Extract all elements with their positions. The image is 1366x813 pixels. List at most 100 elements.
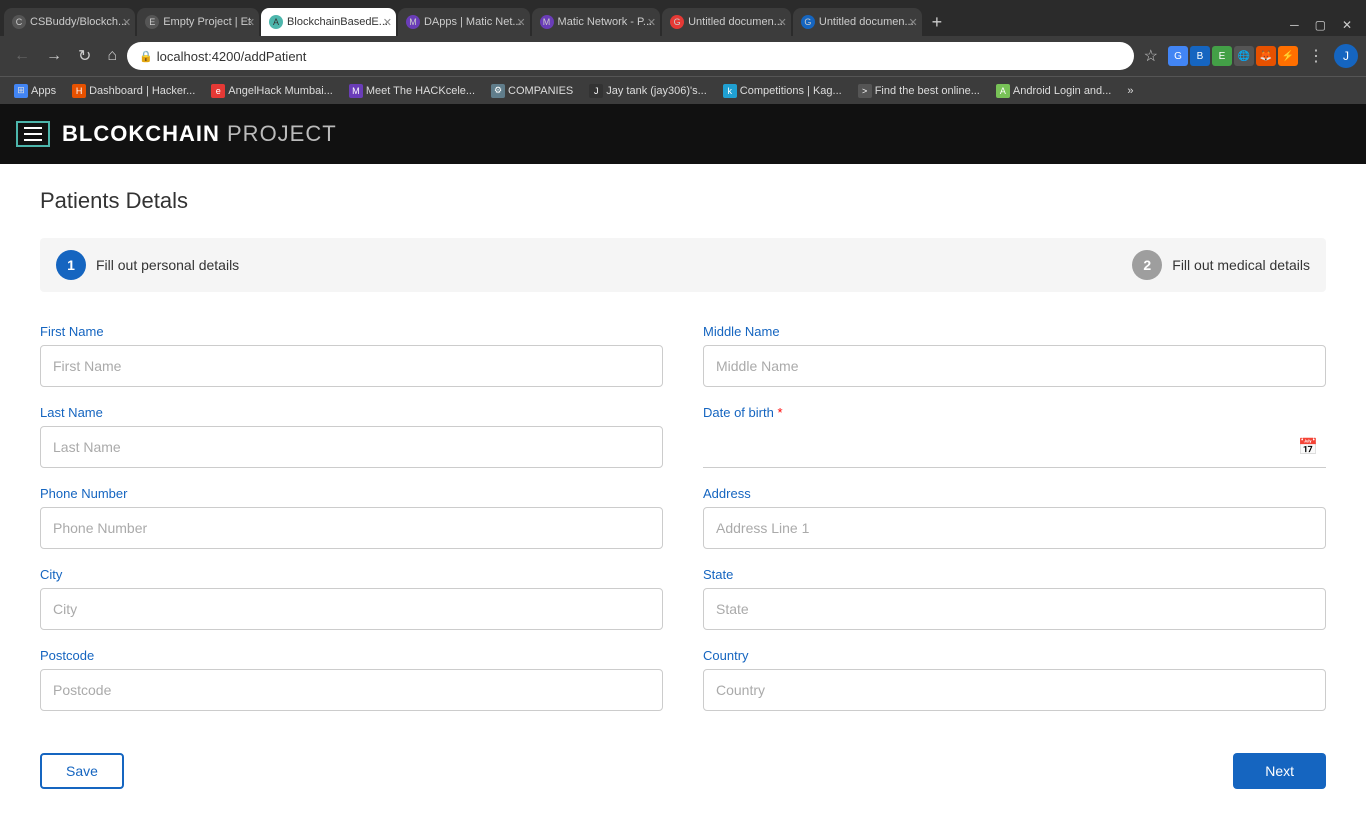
ext-dark-icon[interactable]: 🌐 <box>1234 46 1254 66</box>
bookmarks-overflow[interactable]: » <box>1121 83 1139 99</box>
tab-label: DApps | Matic Net... <box>424 16 522 28</box>
tab-dapps[interactable]: M DApps | Matic Net... ✕ <box>398 8 530 36</box>
tab-label: Matic Network - P... <box>558 16 653 28</box>
tab-close-icon[interactable]: ✕ <box>383 16 392 29</box>
dob-input[interactable] <box>703 426 1326 468</box>
bookmark-meet[interactable]: M Meet The HACKcele... <box>343 82 481 100</box>
first-name-label: First Name <box>40 324 663 339</box>
home-button[interactable]: ⌂ <box>101 43 123 69</box>
tab-untitled2[interactable]: G Untitled documen... ✕ <box>793 8 922 36</box>
tab-label: Untitled documen... <box>688 16 783 28</box>
step-2-label: Fill out medical details <box>1172 257 1310 273</box>
bookmarks-bar: ⊞ Apps H Dashboard | Hacker... e AngelHa… <box>0 76 1366 104</box>
tab-csbuddy[interactable]: C CSBuddy/Blockch... ✕ <box>4 8 135 36</box>
tab-favicon: M <box>406 15 420 29</box>
ext-green-icon[interactable]: E <box>1212 46 1232 66</box>
app-title-main: BLCOKCHAIN <box>62 121 220 146</box>
tab-favicon: E <box>145 15 159 29</box>
competitions-icon: k <box>723 84 737 98</box>
menu-button[interactable]: ⋮ <box>1302 42 1330 70</box>
tab-favicon: M <box>540 15 554 29</box>
postcode-input[interactable] <box>40 669 663 711</box>
bookmark-find-label: Find the best online... <box>875 85 980 97</box>
bookmark-android-label: Android Login and... <box>1013 85 1111 97</box>
new-tab-button[interactable]: + <box>924 8 951 36</box>
app-title-project: PROJECT <box>220 121 337 146</box>
bookmark-find-online[interactable]: > Find the best online... <box>852 82 986 100</box>
bookmark-dashboard[interactable]: H Dashboard | Hacker... <box>66 82 201 100</box>
save-button[interactable]: Save <box>40 753 124 789</box>
calendar-icon[interactable]: 📅 <box>1298 437 1318 457</box>
bookmark-angelhack[interactable]: e AngelHack Mumbai... <box>205 82 339 100</box>
last-name-input[interactable] <box>40 426 663 468</box>
bookmark-dashboard-label: Dashboard | Hacker... <box>89 85 195 97</box>
tab-close-icon[interactable]: ✕ <box>122 16 131 29</box>
form-right-col: Middle Name Date of birth 📅 Address Stat… <box>703 324 1326 729</box>
companies-icon: ⚙ <box>491 84 505 98</box>
forward-button[interactable]: → <box>40 43 68 69</box>
bookmark-android[interactable]: A Android Login and... <box>990 82 1117 100</box>
phone-number-input[interactable] <box>40 507 663 549</box>
country-input[interactable] <box>703 669 1326 711</box>
tab-untitled1[interactable]: G Untitled documen... ✕ <box>662 8 791 36</box>
bookmark-companies-label: COMPANIES <box>508 85 573 97</box>
state-group: State <box>703 567 1326 630</box>
browser-tabs: C CSBuddy/Blockch... ✕ E Empty Project |… <box>0 0 1366 36</box>
hamburger-menu[interactable] <box>16 121 50 147</box>
form-footer: Save Next <box>40 753 1326 789</box>
bookmark-apps[interactable]: ⊞ Apps <box>8 82 62 100</box>
next-button[interactable]: Next <box>1233 753 1326 789</box>
ext-fox-icon[interactable]: 🦊 <box>1256 46 1276 66</box>
tab-close-icon[interactable]: ✕ <box>908 16 917 29</box>
bookmark-companies[interactable]: ⚙ COMPANIES <box>485 82 579 100</box>
address-label: Address <box>703 486 1326 501</box>
app-title: BLCOKCHAIN PROJECT <box>62 121 337 147</box>
tab-favicon: G <box>801 15 815 29</box>
back-button[interactable]: ← <box>8 43 36 69</box>
tab-close-icon[interactable]: ✕ <box>516 16 525 29</box>
dob-label: Date of birth <box>703 405 1326 420</box>
profile-avatar[interactable]: J <box>1334 44 1358 68</box>
refresh-button[interactable]: ↻ <box>72 42 97 70</box>
ext-blue-icon[interactable]: B <box>1190 46 1210 66</box>
form-left-col: First Name Last Name Phone Number City P… <box>40 324 663 729</box>
address-group: Address <box>703 486 1326 549</box>
patient-form: First Name Last Name Phone Number City P… <box>40 324 1326 729</box>
address-bar[interactable]: 🔒 localhost:4200/addPatient <box>127 42 1134 70</box>
dob-group: Date of birth 📅 <box>703 405 1326 468</box>
bookmark-star-button[interactable]: ☆ <box>1138 42 1164 70</box>
step-1-number: 1 <box>56 250 86 280</box>
country-group: Country <box>703 648 1326 711</box>
step-2: 2 Fill out medical details <box>683 250 1310 280</box>
state-input[interactable] <box>703 588 1326 630</box>
postcode-group: Postcode <box>40 648 663 711</box>
bookmark-angelhack-label: AngelHack Mumbai... <box>228 85 333 97</box>
tab-close-icon[interactable]: ✕ <box>647 16 656 29</box>
tab-empty-project[interactable]: E Empty Project | Et ✕ <box>137 8 259 36</box>
first-name-input[interactable] <box>40 345 663 387</box>
bookmark-jay[interactable]: J Jay tank (jay306)'s... <box>583 82 713 100</box>
maximize-button[interactable]: ▢ <box>1309 14 1332 36</box>
city-label: City <box>40 567 663 582</box>
tab-label: BlockchainBasedE... <box>287 16 388 28</box>
ext-google-icon[interactable]: G <box>1168 46 1188 66</box>
browser-nav: ← → ↻ ⌂ 🔒 localhost:4200/addPatient ☆ G … <box>0 36 1366 76</box>
address-input[interactable] <box>703 507 1326 549</box>
ext-orange-icon[interactable]: ⚡ <box>1278 46 1298 66</box>
city-input[interactable] <box>40 588 663 630</box>
jay-icon: J <box>589 84 603 98</box>
middle-name-input[interactable] <box>703 345 1326 387</box>
tab-blockchain[interactable]: A BlockchainBasedE... ✕ <box>261 8 396 36</box>
meet-icon: M <box>349 84 363 98</box>
tab-matic[interactable]: M Matic Network - P... ✕ <box>532 8 661 36</box>
apps-icon: ⊞ <box>14 84 28 98</box>
step-1-label: Fill out personal details <box>96 257 239 273</box>
bookmark-apps-label: Apps <box>31 85 56 97</box>
step-2-number: 2 <box>1132 250 1162 280</box>
tab-close-icon[interactable]: ✕ <box>778 16 787 29</box>
bookmark-competitions[interactable]: k Competitions | Kag... <box>717 82 848 100</box>
minimize-button[interactable]: ─ <box>1284 14 1305 36</box>
close-button[interactable]: ✕ <box>1336 14 1358 36</box>
tab-favicon: G <box>670 15 684 29</box>
tab-close-icon[interactable]: ✕ <box>246 16 255 29</box>
